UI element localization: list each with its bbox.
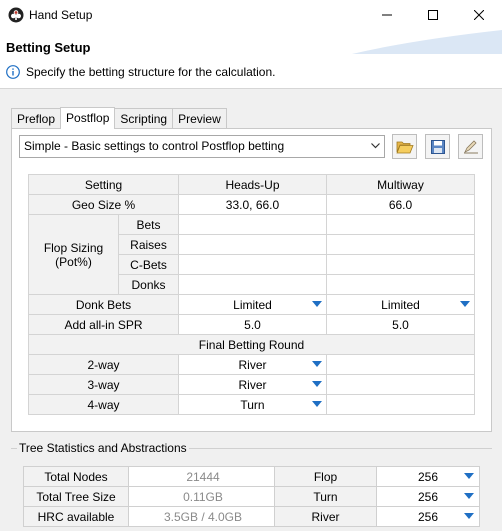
final-round-3way-empty xyxy=(326,374,475,395)
save-button[interactable] xyxy=(425,134,450,159)
final-round-3way-value: River xyxy=(238,377,267,392)
allin-spr-multiway[interactable]: 5.0 xyxy=(326,314,475,335)
donk-bets-label: Donk Bets xyxy=(28,294,179,315)
final-round-2way-empty xyxy=(326,354,475,375)
final-round-4way-empty xyxy=(326,394,475,415)
turn-abstraction-value: 256 xyxy=(417,489,439,504)
dropdown-arrow-icon xyxy=(312,301,322,307)
donk-bets-multiway-value: Limited xyxy=(381,297,420,312)
river-abstraction-value: 256 xyxy=(417,509,439,524)
edit-button[interactable] xyxy=(458,134,483,159)
tree-statistics-legend: Tree Statistics and Abstractions xyxy=(17,441,189,455)
wizard-header: Betting Setup Specify the betting struct… xyxy=(0,30,502,88)
page-title: Betting Setup xyxy=(6,40,91,55)
flop-abstraction-select[interactable]: 256 xyxy=(376,466,480,487)
column-header-multiway: Multiway xyxy=(326,174,475,195)
flop-sizing-label: Flop Sizing (Pot%) xyxy=(28,214,119,295)
flop-raises-headsup[interactable] xyxy=(178,234,327,255)
tab-bar: Preflop Postflop Scripting Preview xyxy=(11,107,227,129)
dropdown-arrow-icon xyxy=(464,513,474,519)
river-abstraction-select[interactable]: 256 xyxy=(376,506,480,527)
dropdown-arrow-icon xyxy=(460,301,470,307)
final-round-2way-value: River xyxy=(238,357,267,372)
minimize-button[interactable] xyxy=(364,0,410,30)
tab-scripting[interactable]: Scripting xyxy=(114,108,174,129)
dropdown-arrow-icon xyxy=(312,401,322,407)
dropdown-arrow-icon xyxy=(464,473,474,479)
minimize-icon xyxy=(382,14,392,16)
flop-bets-headsup[interactable] xyxy=(178,214,327,235)
save-icon xyxy=(430,139,445,154)
donk-bets-headsup-value: Limited xyxy=(233,297,272,312)
final-round-header: Final Betting Round xyxy=(28,334,475,355)
folder-open-icon xyxy=(395,141,414,153)
info-icon xyxy=(6,65,20,79)
final-round-2way-label: 2-way xyxy=(28,354,179,375)
river-abstraction-label: River xyxy=(274,506,377,527)
tree-statistics-group: Tree Statistics and Abstractions Total N… xyxy=(11,441,492,531)
flop-abstraction-label: Flop xyxy=(274,466,377,487)
page-description: Specify the betting structure for the ca… xyxy=(26,65,276,79)
total-tree-size-value: 0.11GB xyxy=(128,486,278,507)
postflop-panel: Simple - Basic settings to control Postf… xyxy=(11,128,492,432)
flop-sizing-label-line1: Flop Sizing xyxy=(43,240,104,255)
window-title: Hand Setup xyxy=(29,8,93,22)
final-round-4way-label: 4-way xyxy=(28,394,179,415)
flop-sizing-label-line2: (Pot%) xyxy=(55,254,92,269)
flop-cbets-label: C-Bets xyxy=(118,254,179,275)
allin-spr-label: Add all-in SPR xyxy=(28,314,179,335)
flop-bets-label: Bets xyxy=(118,214,179,235)
flop-raises-multiway[interactable] xyxy=(326,234,475,255)
flop-cbets-multiway[interactable] xyxy=(326,254,475,275)
final-round-2way-select[interactable]: River xyxy=(178,354,327,375)
tab-preview[interactable]: Preview xyxy=(172,108,227,129)
turn-abstraction-select[interactable]: 256 xyxy=(376,486,480,507)
tab-preflop[interactable]: Preflop xyxy=(11,108,62,129)
column-header-headsup: Heads-Up xyxy=(178,174,327,195)
flop-donks-multiway[interactable] xyxy=(326,274,475,295)
open-button[interactable] xyxy=(392,134,417,159)
donk-bets-headsup-select[interactable]: Limited xyxy=(178,294,327,315)
flop-bets-multiway[interactable] xyxy=(326,214,475,235)
total-nodes-label: Total Nodes xyxy=(23,466,129,487)
chevron-down-icon xyxy=(371,143,380,149)
flop-donks-headsup[interactable] xyxy=(178,274,327,295)
close-icon xyxy=(474,10,484,20)
title-bar: Hand Setup xyxy=(0,0,502,30)
column-header-setting: Setting xyxy=(28,174,179,195)
maximize-button[interactable] xyxy=(410,0,456,30)
flop-raises-label: Raises xyxy=(118,234,179,255)
geo-size-multiway[interactable]: 66.0 xyxy=(326,194,475,215)
allin-spr-headsup[interactable]: 5.0 xyxy=(178,314,327,335)
club-app-icon xyxy=(8,7,24,23)
flop-cbets-headsup[interactable] xyxy=(178,254,327,275)
total-tree-size-label: Total Tree Size xyxy=(23,486,129,507)
final-round-4way-select[interactable]: Turn xyxy=(178,394,327,415)
maximize-icon xyxy=(428,10,438,20)
final-round-4way-value: Turn xyxy=(240,397,265,412)
tab-postflop[interactable]: Postflop xyxy=(60,107,116,129)
final-round-3way-label: 3-way xyxy=(28,374,179,395)
total-nodes-value: 21444 xyxy=(128,466,278,487)
geo-size-headsup[interactable]: 33.0, 66.0 xyxy=(178,194,327,215)
flop-donks-label: Donks xyxy=(118,274,179,295)
dropdown-arrow-icon xyxy=(464,493,474,499)
header-banner xyxy=(352,30,502,54)
close-button[interactable] xyxy=(456,0,502,30)
hrc-available-value: 3.5GB / 4.0GB xyxy=(128,506,278,527)
final-round-3way-select[interactable]: River xyxy=(178,374,327,395)
hrc-available-label: HRC available xyxy=(23,506,129,527)
turn-abstraction-label: Turn xyxy=(274,486,377,507)
preset-combo[interactable]: Simple - Basic settings to control Postf… xyxy=(19,135,385,158)
edit-icon xyxy=(463,139,478,153)
dropdown-arrow-icon xyxy=(312,381,322,387)
dropdown-arrow-icon xyxy=(312,361,322,367)
flop-abstraction-value: 256 xyxy=(417,469,439,484)
donk-bets-multiway-select[interactable]: Limited xyxy=(326,294,475,315)
geo-size-label: Geo Size % xyxy=(28,194,179,215)
preset-value: Simple - Basic settings to control Postf… xyxy=(24,139,285,153)
